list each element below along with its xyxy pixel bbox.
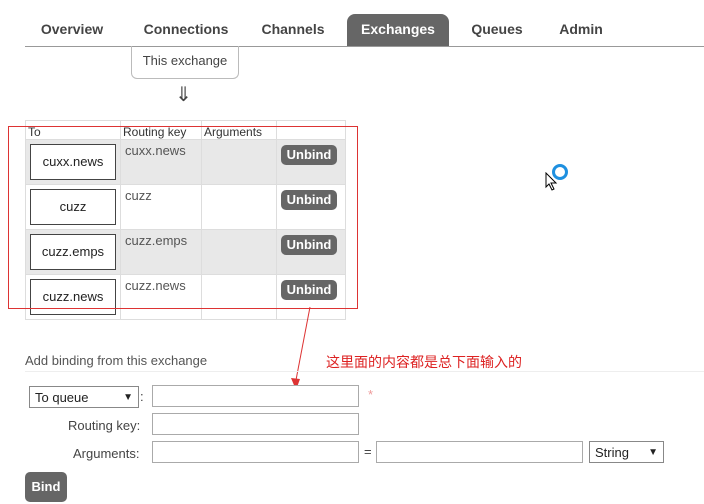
add-binding-title: Add binding from this exchange	[25, 353, 208, 368]
argument-type-select[interactable]: String ▼	[589, 441, 664, 463]
argument-type-value: String	[595, 445, 629, 460]
top-nav: Overview Connections Channels Exchanges …	[25, 14, 704, 47]
destination-type-value: To queue	[35, 390, 89, 405]
chevron-down-icon: ▼	[648, 447, 658, 458]
routing-key-input[interactable]	[152, 413, 359, 435]
equals-label: =	[364, 444, 372, 459]
tab-overview[interactable]: Overview	[31, 14, 113, 46]
arguments-label: Arguments:	[73, 446, 140, 461]
required-mark: *	[368, 387, 374, 402]
routing-key-label: Routing key:	[68, 418, 141, 433]
busy-spinner-icon	[552, 164, 568, 180]
argument-value-input[interactable]	[376, 441, 583, 463]
argument-key-input[interactable]	[152, 441, 359, 463]
down-arrow-icon: ⇓	[175, 82, 192, 106]
tab-channels[interactable]: Channels	[253, 14, 333, 46]
colon-label: :	[140, 389, 144, 404]
divider	[25, 371, 704, 372]
annotation-text: 这里面的内容都是总下面输入的	[326, 355, 522, 371]
highlight-box	[8, 126, 358, 309]
bind-button[interactable]: Bind	[25, 472, 67, 502]
tab-queues[interactable]: Queues	[465, 14, 529, 46]
chevron-down-icon: ▼	[123, 392, 133, 403]
destination-input[interactable]	[152, 385, 359, 407]
destination-type-select[interactable]: To queue ▼	[29, 386, 139, 408]
tab-exchanges[interactable]: Exchanges	[347, 14, 449, 46]
tab-connections[interactable]: Connections	[133, 14, 239, 46]
this-exchange-box: This exchange	[131, 46, 239, 79]
tab-admin[interactable]: Admin	[550, 14, 612, 46]
